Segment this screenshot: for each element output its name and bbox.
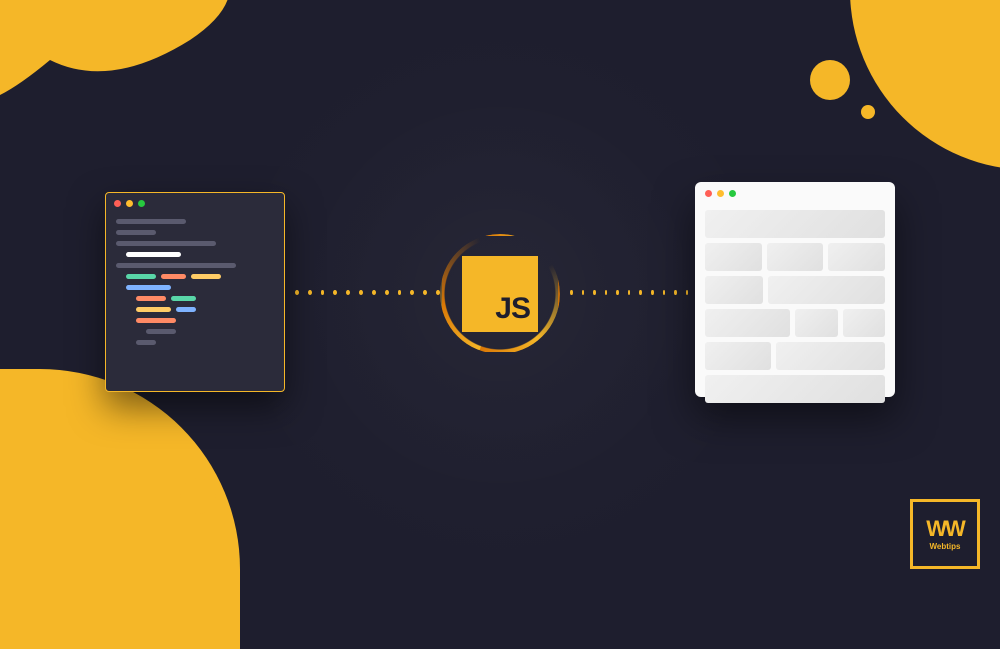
javascript-logo: JS xyxy=(462,256,538,332)
code-line xyxy=(171,296,196,301)
decor-dot-bottom xyxy=(180,478,216,514)
layout-row xyxy=(705,243,885,271)
code-line xyxy=(176,307,196,312)
layout-tile xyxy=(795,309,838,337)
window-titlebar xyxy=(695,182,895,204)
logo-text: WW xyxy=(926,518,964,540)
code-line xyxy=(126,285,171,290)
layout-tile xyxy=(705,210,885,238)
code-body xyxy=(106,213,284,357)
logo-subtitle: Webtips xyxy=(930,542,961,551)
browser-window xyxy=(695,182,895,397)
close-icon xyxy=(114,200,121,207)
layout-tile xyxy=(767,243,824,271)
layout-tile xyxy=(705,309,790,337)
code-line xyxy=(136,307,171,312)
layout-row xyxy=(705,210,885,238)
code-line xyxy=(136,318,176,323)
layout-tile xyxy=(705,342,771,370)
maximize-icon xyxy=(138,200,145,207)
layout-tile xyxy=(828,243,885,271)
connector-dots-left xyxy=(295,290,440,296)
decor-dot xyxy=(810,60,850,100)
layout-tile xyxy=(705,243,762,271)
layout-row xyxy=(705,309,885,337)
layout-tile xyxy=(776,342,885,370)
code-editor-window xyxy=(105,192,285,392)
code-line xyxy=(116,230,156,235)
minimize-icon xyxy=(717,190,724,197)
connector-dots-right xyxy=(570,290,700,296)
layout-tile xyxy=(768,276,885,304)
code-line xyxy=(126,274,156,279)
window-titlebar xyxy=(106,193,284,213)
layout-tile xyxy=(705,375,885,403)
code-line xyxy=(116,263,236,268)
code-line xyxy=(161,274,186,279)
webtips-logo: WW Webtips xyxy=(910,499,980,569)
layout-row xyxy=(705,342,885,370)
code-line xyxy=(191,274,221,279)
code-line xyxy=(116,219,186,224)
layout-grid xyxy=(695,204,895,409)
code-line xyxy=(136,340,156,345)
code-line xyxy=(136,296,166,301)
js-label: JS xyxy=(495,292,530,326)
decor-blob-top-right xyxy=(850,0,1000,170)
decor-blob-top-left xyxy=(0,0,250,140)
minimize-icon xyxy=(126,200,133,207)
layout-row xyxy=(705,276,885,304)
layout-row xyxy=(705,375,885,403)
layout-tile xyxy=(843,309,886,337)
code-line xyxy=(146,329,176,334)
decor-dot-small xyxy=(861,105,875,119)
layout-tile xyxy=(705,276,763,304)
maximize-icon xyxy=(729,190,736,197)
code-line xyxy=(126,252,181,257)
code-line xyxy=(116,241,216,246)
close-icon xyxy=(705,190,712,197)
